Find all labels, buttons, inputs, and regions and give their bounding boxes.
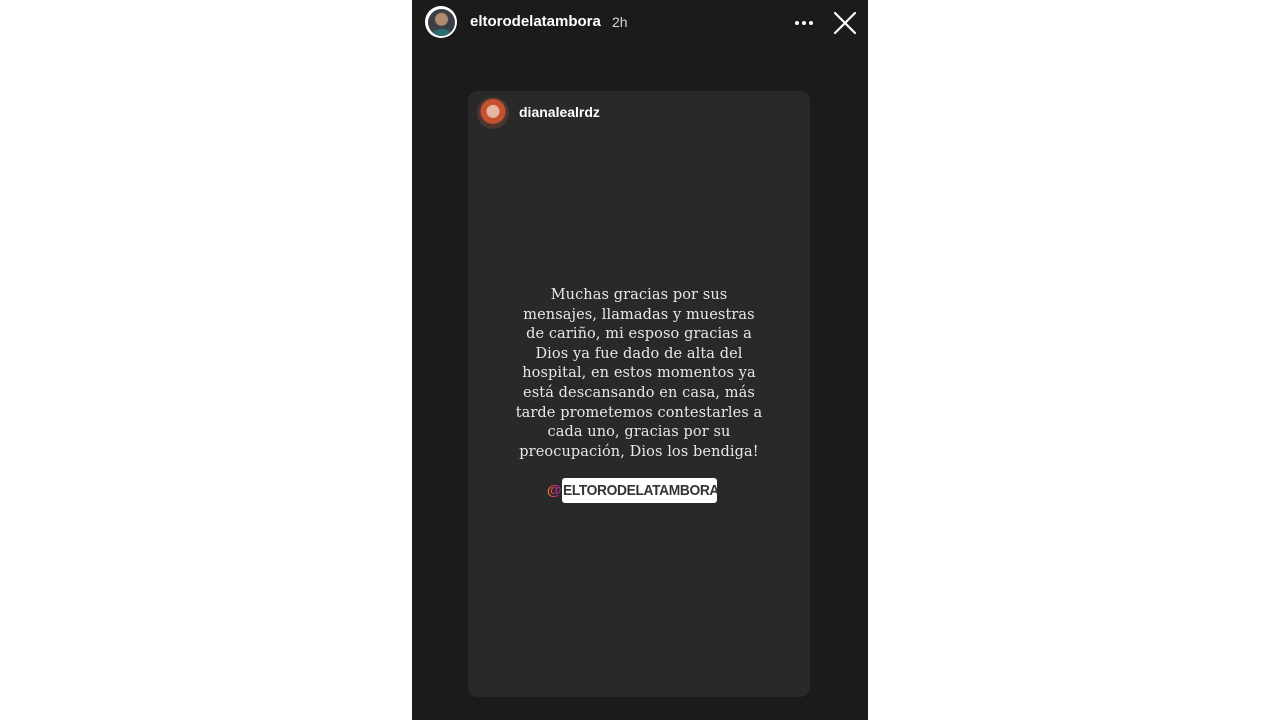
profile-avatar-image bbox=[427, 8, 455, 36]
shared-post-username[interactable]: dianalealrdz bbox=[519, 104, 600, 120]
mention-sticker[interactable]: @ ELTORODELATAMBORA bbox=[547, 478, 719, 503]
shared-post-avatar[interactable] bbox=[477, 97, 509, 129]
page: eltorodelatambora 2h dianalealrdz Muchas… bbox=[0, 0, 1280, 720]
mention-at-symbol: @ bbox=[546, 482, 562, 499]
shared-post-message: Muchas gracias por sus mensajes, llamada… bbox=[515, 287, 763, 460]
story-timestamp: 2h bbox=[612, 14, 628, 30]
more-horizontal-icon[interactable] bbox=[791, 12, 817, 34]
story-viewer[interactable]: eltorodelatambora 2h dianalealrdz Muchas… bbox=[412, 0, 868, 720]
mention-username: ELTORODELATAMBORA bbox=[562, 482, 719, 499]
profile-avatar[interactable] bbox=[425, 6, 457, 38]
story-username[interactable]: eltorodelatambora bbox=[470, 13, 601, 30]
close-icon[interactable] bbox=[833, 11, 857, 35]
story-header: eltorodelatambora 2h bbox=[412, 0, 868, 46]
